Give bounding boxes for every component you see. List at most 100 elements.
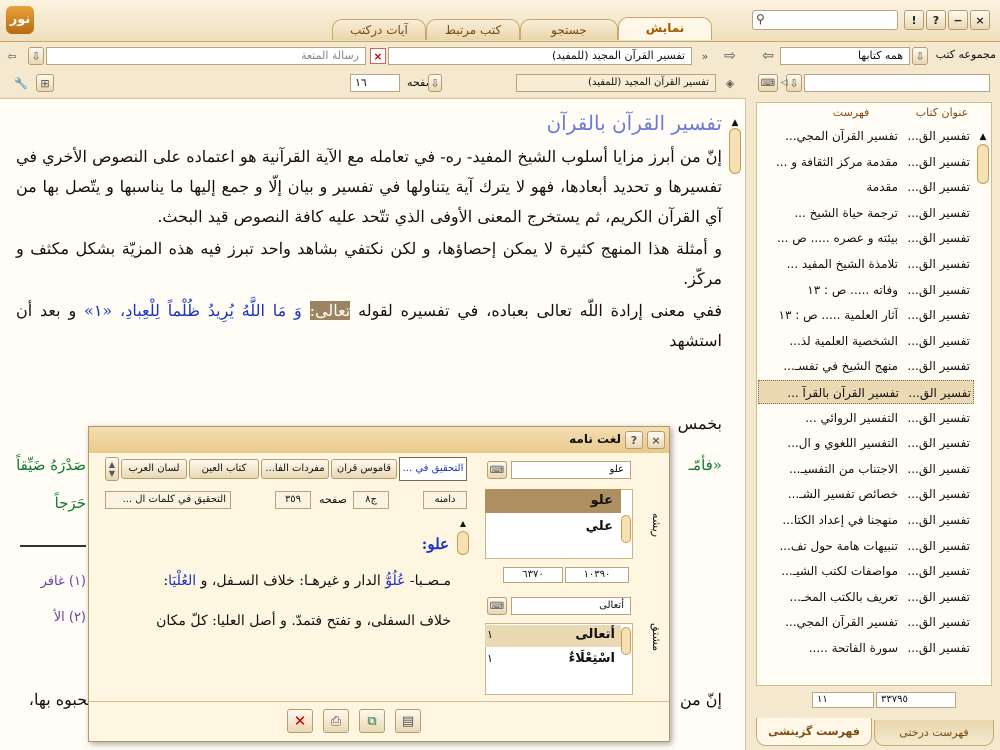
result-page-field[interactable]: ١١ — [812, 692, 874, 708]
current-book-field[interactable]: تفسير القرآن المجيد (للمفيد) — [388, 47, 692, 65]
index-row[interactable]: تفسير الق... سورة الفاتحة ..... — [758, 636, 974, 660]
tab-display[interactable]: نمايش — [618, 17, 712, 40]
paragraph-2: و أمثلة هذا المنهج كثيرة لا يمكن إحصاؤها… — [16, 239, 722, 288]
dict-tab-lisan[interactable]: لسان العرب — [121, 459, 187, 479]
root-search-input[interactable]: علو — [511, 461, 631, 479]
dict-entry-scrollbar[interactable]: ▲ — [457, 519, 469, 699]
info-button[interactable]: ! — [904, 10, 924, 30]
derived-item-1[interactable]: ١ اسْتِعْلَاءٌ — [485, 649, 621, 671]
index-row[interactable]: تفسير الق... تعريف بالكتب المخـ... — [758, 585, 974, 609]
dialog-close-button[interactable]: × — [647, 431, 665, 449]
index-row[interactable]: تفسير الق... ترجمة حياة الشيخ ... — [758, 201, 974, 225]
section-field[interactable]: تفسير القرآن المجيد (للمفيد) — [516, 74, 716, 92]
index-row-book: تفسير الق... — [907, 154, 970, 169]
root-keyboard-icon[interactable]: ⌨ — [487, 461, 507, 479]
derived-list-scroll-thumb[interactable] — [621, 627, 631, 655]
copy-icon[interactable]: ⧉ — [359, 709, 385, 733]
dialog-help-button[interactable]: ? — [625, 431, 643, 449]
page-number-input[interactable]: ١٦ — [350, 74, 400, 92]
index-scroll-up-icon[interactable]: ▲ — [976, 132, 990, 142]
nav-forward-icon[interactable]: ⇦ — [4, 47, 20, 65]
global-search-input[interactable]: ⚲ — [752, 10, 898, 30]
dict-page-label: صفحه — [319, 493, 347, 506]
index-row[interactable]: تفسير الق... منهجنا في إعداد الكتا... — [758, 508, 974, 532]
footnote-ref[interactable]: «١» — [76, 301, 120, 320]
root-item-1[interactable]: علي — [485, 515, 621, 539]
close-app-button[interactable]: × — [970, 10, 990, 30]
close-tab-icon[interactable]: × — [370, 48, 386, 64]
scroll-tabs-icon[interactable]: » — [696, 47, 714, 65]
index-row[interactable]: تفسير الق... تفسير القرآن المجي... — [758, 124, 974, 148]
split-view-icon[interactable]: ⊞ — [36, 74, 54, 92]
tools-icon[interactable]: 🔧 — [12, 74, 30, 92]
index-scroll-thumb[interactable] — [977, 144, 989, 184]
dict-tab-qamus[interactable]: قاموس قران — [331, 459, 397, 479]
quran-verse[interactable]: وَ مَا اللَّهُ يُرِيدُ ظُلْماً لِلْعِباد… — [120, 301, 310, 320]
nav-back-icon[interactable]: ⇨ — [720, 47, 740, 65]
index-search-input[interactable] — [804, 74, 990, 92]
other-book-field[interactable]: رسالة المتعة — [46, 47, 366, 65]
content-scrollbar[interactable]: ▲ — [728, 118, 742, 728]
index-row-book: تفسير الق... — [907, 487, 970, 502]
dict-root-button[interactable]: دامنه — [423, 491, 467, 509]
index-row[interactable]: تفسير الق... مقدمة — [758, 175, 974, 199]
index-row[interactable]: تفسير الق... مواصفات لكتب الشيـ... — [758, 559, 974, 583]
index-row[interactable]: تفسير الق... منهج الشيخ في تفسـ... — [758, 354, 974, 378]
tab-verses-in-books[interactable]: آيات درکتب — [332, 19, 426, 40]
index-row[interactable]: تفسير الق... الاجتناب من التفسيـ... — [758, 457, 974, 481]
tab-search[interactable]: جستجو — [520, 19, 618, 40]
derived-keyboard-icon[interactable]: ⌨ — [487, 597, 507, 615]
minimize-button[interactable]: − — [948, 10, 968, 30]
dict-book-name[interactable]: التحقيق في كلمات ال ... — [105, 491, 231, 509]
range-a[interactable]: ١٠٣٩٠ — [565, 567, 629, 583]
index-scrollbar[interactable]: ▲ — [976, 132, 990, 680]
index-row[interactable]: تفسير الق... تنبيهات هامة حول تف... — [758, 534, 974, 558]
index-row[interactable]: تفسير الق... خصائص تفسير الشـ... — [758, 482, 974, 506]
range-b[interactable]: ٦٣٧٠ — [503, 567, 563, 583]
dict-tab-mufradat[interactable]: مفردات الفا... — [261, 459, 329, 479]
verse-fragment-line2: حَرَجاً — [54, 494, 86, 512]
dict-tab-tahqiq[interactable]: التحقيق في ... — [399, 457, 467, 481]
collection-label: مجموعه كتب — [935, 48, 996, 61]
dict-volume[interactable]: ج٨ — [353, 491, 389, 509]
tab-tree-index[interactable]: فهرست درختى — [874, 720, 994, 746]
root-item-0[interactable]: علو — [485, 489, 621, 513]
index-row[interactable]: تفسير الق... مقدمة مركز الثقافة و ... — [758, 150, 974, 174]
print-icon[interactable]: ⎙ — [323, 709, 349, 733]
dropdown-arrow-icon[interactable]: ⇩ — [28, 47, 44, 65]
index-row-title: تنبيهات هامة حول تف... — [779, 538, 898, 553]
derived-search-input[interactable]: أتعالى — [511, 597, 631, 615]
dialog-cancel-button[interactable]: ✕ — [287, 709, 313, 733]
dict-page-value[interactable]: ٣٥٩ — [275, 491, 311, 509]
index-row[interactable]: تفسير الق... تلامذة الشيخ المفيد ... — [758, 252, 974, 276]
keyboard-icon[interactable]: ⌨ — [758, 74, 778, 92]
dict-entry-scroll-thumb[interactable] — [457, 531, 469, 555]
collection-back-icon[interactable]: ⇦ — [758, 47, 778, 65]
scroll-thumb[interactable] — [729, 128, 741, 174]
dict-tab-scroll-icon[interactable]: ▲ ▼ — [105, 457, 119, 481]
help-button[interactable]: ? — [926, 10, 946, 30]
tab-selected-index[interactable]: فهرست گزينشى — [756, 718, 872, 746]
tab-related-books[interactable]: كتب مرتبط — [426, 19, 520, 40]
index-row[interactable]: تفسير الق... التفسير اللغوي و ال... — [758, 431, 974, 455]
index-row[interactable]: تفسير الق... الشخصية العلمية لذ... — [758, 329, 974, 353]
index-play-icon[interactable]: ◁ — [780, 74, 788, 92]
collection-dropdown-icon[interactable]: ⇩ — [912, 47, 928, 65]
index-row[interactable]: تفسير الق... وفاته ..... ص : ١٣ — [758, 278, 974, 302]
index-row[interactable]: تفسير الق... آثار العلمية ..... ص : ١٣ — [758, 303, 974, 327]
index-row[interactable]: تفسير الق... التفسير الروائي ... — [758, 406, 974, 430]
dict-entry-scroll-up-icon[interactable]: ▲ — [457, 519, 469, 528]
dict-tab-ain[interactable]: كتاب العين — [189, 459, 259, 479]
index-row[interactable]: تفسير الق... تفسير القرآن المجي... — [758, 610, 974, 634]
collection-select[interactable]: همه كتابها — [780, 47, 910, 65]
document-icon[interactable]: ▤ — [395, 709, 421, 733]
tag-icon[interactable]: ◈ — [720, 74, 740, 92]
root-list-scroll-thumb[interactable] — [621, 515, 631, 543]
index-dropdown-icon[interactable]: ⇩ — [786, 74, 802, 92]
dictionary-dialog: × ? لغت نامه ▲ ▼ لسان العرب كتاب العين مف… — [88, 426, 670, 742]
index-row[interactable]: تفسير الق... تفسير القرآن بالقرآ ... — [758, 380, 974, 404]
page-dropdown-icon[interactable]: ⇩ — [428, 74, 442, 92]
index-row[interactable]: تفسير الق... بيئته و عصره ..... ص ... — [758, 226, 974, 250]
result-count-field[interactable]: ٣٣٧٩٥ — [876, 692, 956, 708]
derived-item-0[interactable]: ١ أتعالى — [485, 625, 621, 647]
